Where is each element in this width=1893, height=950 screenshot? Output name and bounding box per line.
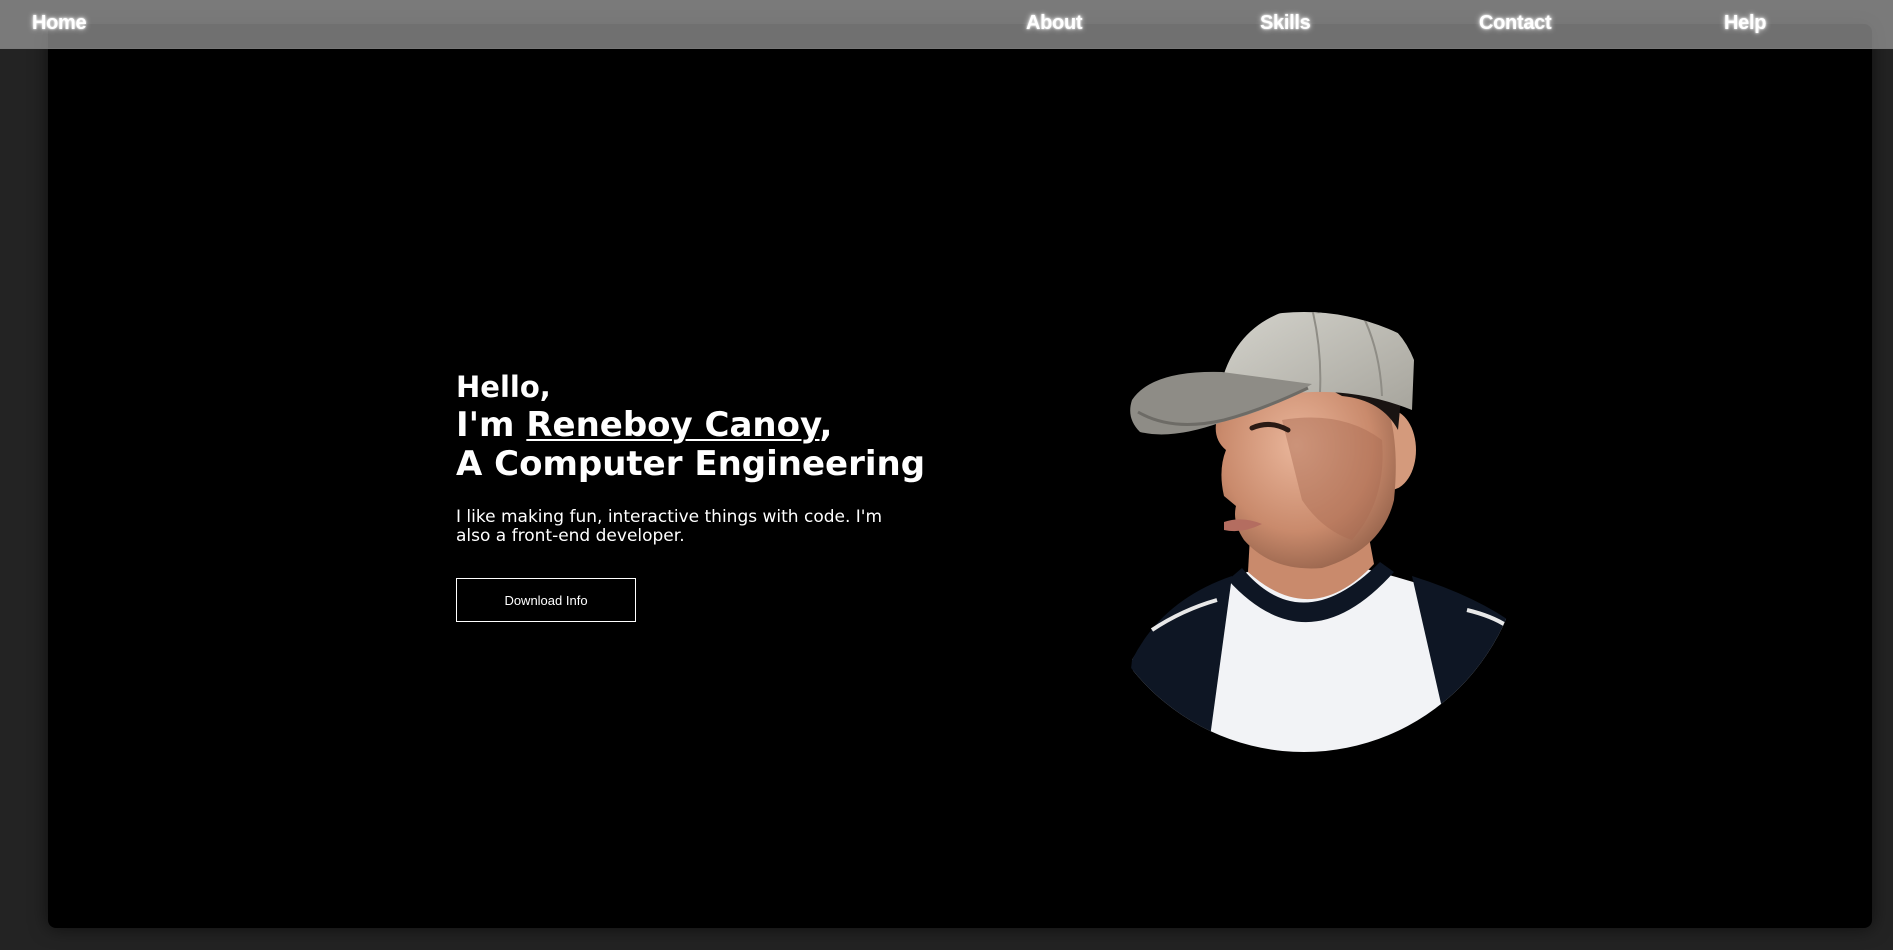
nav-skills-link[interactable]: Skills	[1260, 12, 1311, 35]
tagline-text: I like making fun, interactive things wi…	[456, 507, 883, 546]
navbar: Home About Skills Contact Help	[0, 0, 1893, 49]
page: Home About Skills Contact Help Hello, I'…	[0, 0, 1893, 950]
name-link[interactable]: Reneboy Canoy	[526, 405, 819, 445]
greeting-heading: Hello,	[456, 370, 551, 404]
download-info-button[interactable]: Download Info	[456, 578, 636, 622]
hero-section	[48, 24, 1872, 928]
nav-contact-link[interactable]: Contact	[1479, 12, 1552, 35]
nav-help-link[interactable]: Help	[1724, 12, 1766, 35]
nav-about-link[interactable]: About	[1026, 12, 1083, 35]
portrait-photo	[1122, 312, 1518, 752]
intro-suffix: ,	[819, 405, 833, 445]
intro-prefix: I'm	[456, 405, 527, 445]
role-heading: A Computer Engineering	[456, 444, 926, 484]
nav-home-link[interactable]: Home	[32, 12, 87, 35]
name-heading: I'm Reneboy Canoy,	[456, 406, 916, 445]
intro-text: Hello, I'm Reneboy Canoy, A Computer Eng…	[456, 368, 926, 546]
